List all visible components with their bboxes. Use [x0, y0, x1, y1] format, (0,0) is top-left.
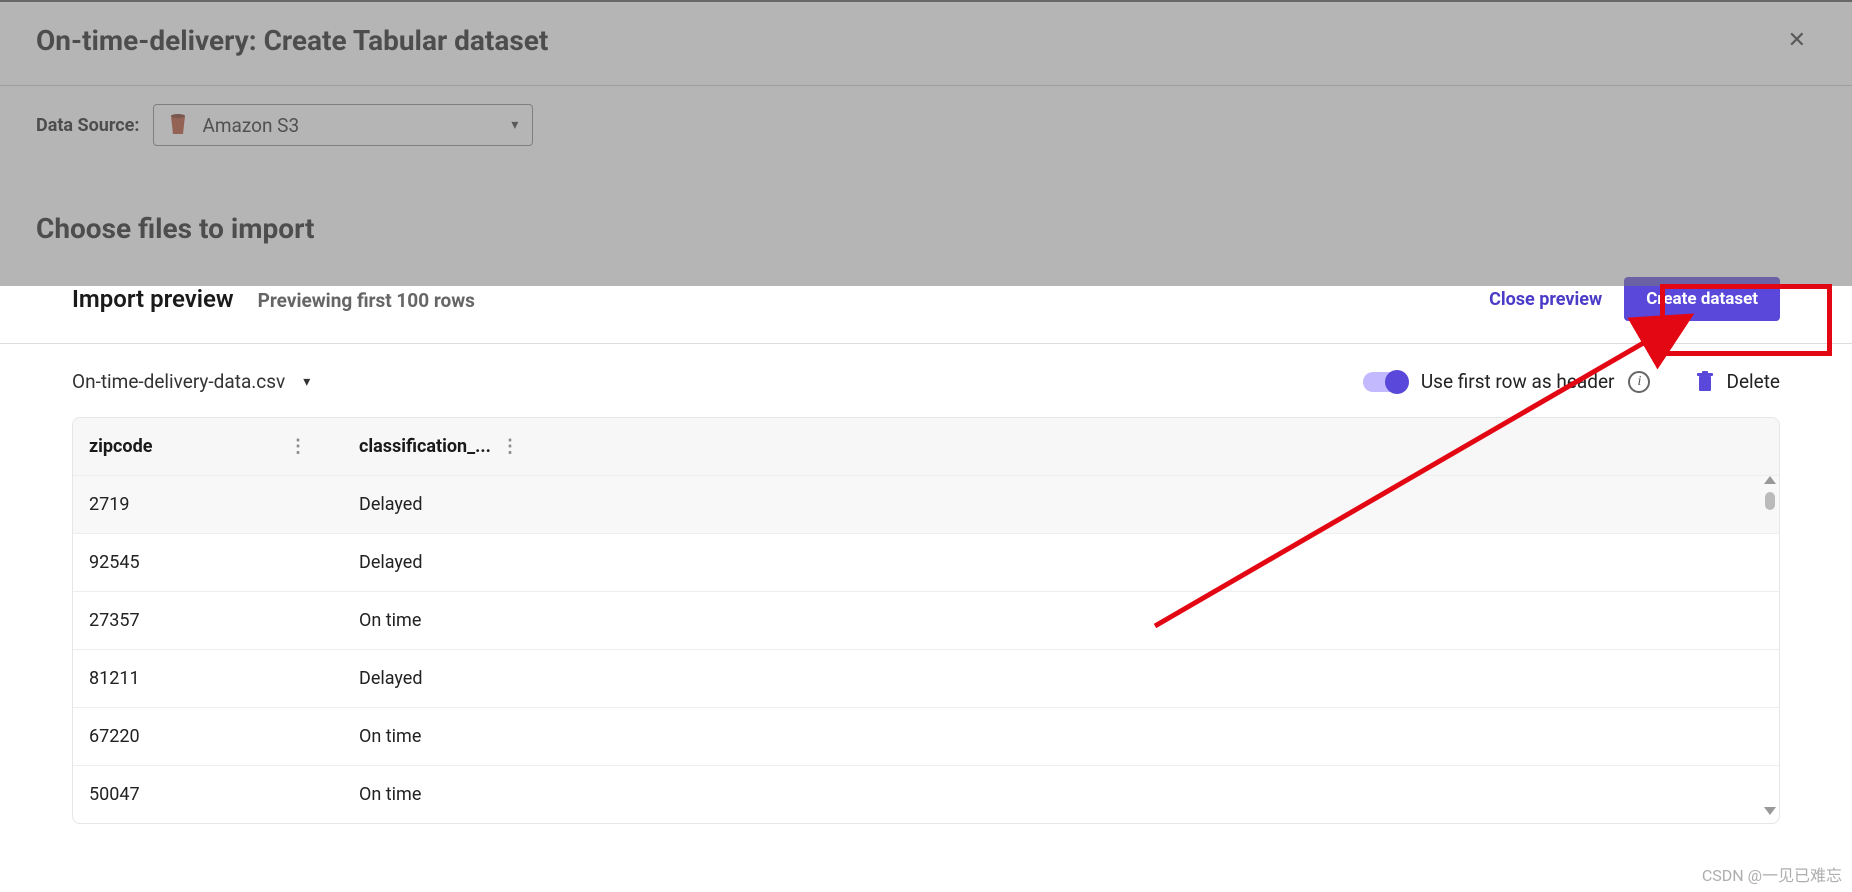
data-source-row: Data Source: Amazon S3 ▾ [0, 86, 1852, 164]
cell-zipcode: 92545 [73, 534, 343, 592]
data-source-label: Data Source: [36, 115, 139, 136]
column-menu-icon[interactable]: ⋮ [501, 436, 519, 457]
data-source-value: Amazon S3 [202, 114, 299, 137]
page-title: On-time-delivery: Create Tabular dataset [36, 24, 548, 57]
file-dropdown[interactable]: On-time-delivery-data.csv ▾ [72, 370, 310, 393]
table-header-row: zipcode ⋮ classification_... ⋮ [73, 418, 1779, 476]
close-preview-button[interactable]: Close preview [1489, 289, 1602, 310]
cell-classification: On time [343, 766, 1779, 824]
column-label: zipcode [89, 436, 152, 457]
column-menu-icon[interactable]: ⋮ [289, 436, 307, 457]
cell-classification: On time [343, 708, 1779, 766]
cell-classification: Delayed [343, 534, 1779, 592]
title-bar: On-time-delivery: Create Tabular dataset… [0, 2, 1852, 85]
scroll-thumb[interactable] [1765, 492, 1775, 510]
preview-controls-row: On-time-delivery-data.csv ▾ Use first ro… [0, 344, 1852, 417]
cell-zipcode: 67220 [73, 708, 343, 766]
close-icon[interactable]: ✕ [1778, 24, 1816, 57]
preview-table: zipcode ⋮ classification_... ⋮ 2719Delay… [72, 417, 1780, 824]
data-source-select[interactable]: Amazon S3 ▾ [153, 104, 533, 146]
toggle-knob [1385, 370, 1409, 394]
create-dataset-button[interactable]: Create dataset [1624, 277, 1780, 321]
cell-zipcode: 27357 [73, 592, 343, 650]
column-label: classification_... [359, 436, 491, 457]
cell-classification: Delayed [343, 650, 1779, 708]
import-preview-bar: Import preview Previewing first 100 rows… [0, 259, 1852, 344]
delete-label: Delete [1726, 370, 1780, 393]
column-header-zipcode[interactable]: zipcode ⋮ [73, 418, 343, 476]
cell-zipcode: 81211 [73, 650, 343, 708]
cell-classification: On time [343, 592, 1779, 650]
cell-zipcode: 2719 [73, 476, 343, 534]
table-row[interactable]: 92545Delayed [73, 534, 1779, 592]
scroll-up-icon[interactable] [1764, 476, 1776, 484]
scrollbar[interactable] [1763, 476, 1777, 815]
caret-down-icon: ▾ [511, 117, 518, 133]
delete-button[interactable]: Delete [1696, 370, 1780, 393]
import-preview-title: Import preview [72, 285, 234, 313]
cell-classification: Delayed [343, 476, 1779, 534]
caret-down-icon: ▾ [303, 374, 310, 390]
import-preview-subtitle: Previewing first 100 rows [258, 289, 475, 312]
file-name: On-time-delivery-data.csv [72, 370, 285, 393]
cell-zipcode: 50047 [73, 766, 343, 824]
table-row[interactable]: 67220On time [73, 708, 1779, 766]
table-row[interactable]: 81211Delayed [73, 650, 1779, 708]
info-icon[interactable]: i [1628, 371, 1650, 393]
table-row[interactable]: 27357On time [73, 592, 1779, 650]
choose-files-heading: Choose files to import [0, 164, 1852, 259]
header-row-toggle-label: Use first row as header [1421, 370, 1615, 393]
header-row-toggle[interactable] [1363, 372, 1407, 392]
amazon-s3-icon [168, 113, 188, 137]
table-row[interactable]: 50047On time [73, 766, 1779, 824]
trash-icon [1696, 371, 1714, 393]
scroll-down-icon[interactable] [1764, 807, 1776, 815]
table-row[interactable]: 2719Delayed [73, 476, 1779, 534]
watermark: CSDN @一见已难忘 [1702, 862, 1842, 886]
column-header-classification[interactable]: classification_... ⋮ [343, 418, 1779, 476]
